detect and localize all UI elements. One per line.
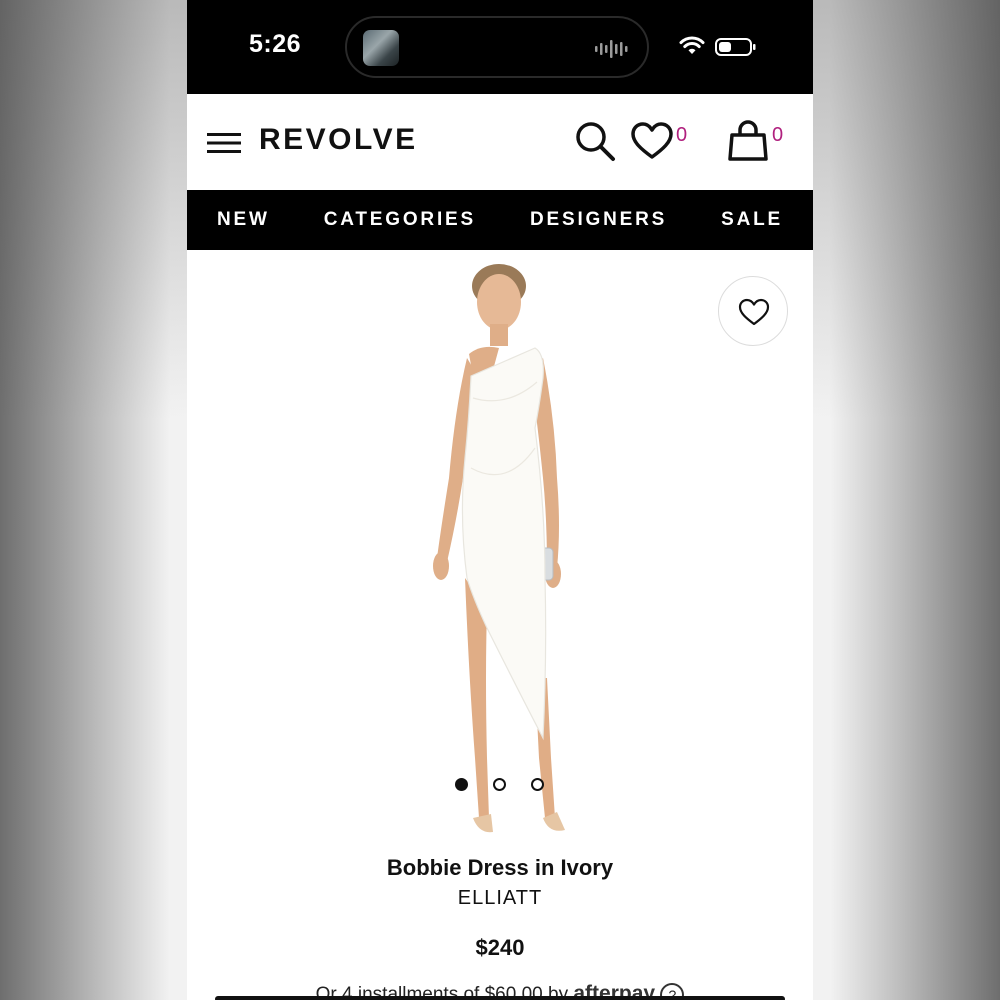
product-brand[interactable]: ELLIATT (187, 887, 813, 910)
add-to-wishlist-button[interactable] (718, 276, 788, 346)
nav-sale[interactable]: SALE (721, 209, 783, 231)
wishlist-heart-icon[interactable] (631, 122, 673, 160)
search-icon[interactable] (574, 120, 616, 162)
battery-icon (715, 38, 756, 56)
product-photo (433, 264, 565, 833)
category-nav: NEW CATEGORIES DESIGNERS SALE (187, 190, 813, 250)
audio-waveform-icon (595, 40, 628, 58)
shopping-bag-icon[interactable] (727, 119, 769, 161)
wifi-icon (679, 36, 705, 54)
nav-new[interactable]: NEW (217, 209, 270, 231)
nav-categories[interactable]: CATEGORIES (324, 209, 476, 231)
nav-designers[interactable]: DESIGNERS (530, 209, 667, 231)
bag-count: 0 (772, 124, 784, 146)
heart-outline-icon (738, 298, 770, 326)
product-price: $240 (475, 935, 525, 960)
dynamic-island[interactable] (345, 16, 649, 78)
carousel-dot-1[interactable] (455, 778, 468, 791)
wishlist-count: 0 (676, 124, 688, 146)
home-indicator (215, 996, 785, 1000)
product-name: Bobbie Dress in Ivory (386, 855, 614, 880)
app-header: REVOLVE 0 0 (187, 94, 813, 190)
now-playing-artwork (363, 30, 399, 66)
phone-screen: 5:26 REVOLVE 0 0 NEW CATEGORIES DESIGNER… (187, 0, 813, 1000)
carousel-dot-2[interactable] (493, 778, 506, 791)
hamburger-menu-icon[interactable] (207, 132, 241, 154)
brand-logo[interactable]: REVOLVE (259, 123, 418, 157)
status-time: 5:26 (249, 30, 302, 58)
status-bar: 5:26 (187, 0, 813, 94)
carousel-dot-3[interactable] (531, 778, 544, 791)
product-image-carousel[interactable] (187, 250, 813, 850)
carousel-pagination (455, 778, 555, 792)
